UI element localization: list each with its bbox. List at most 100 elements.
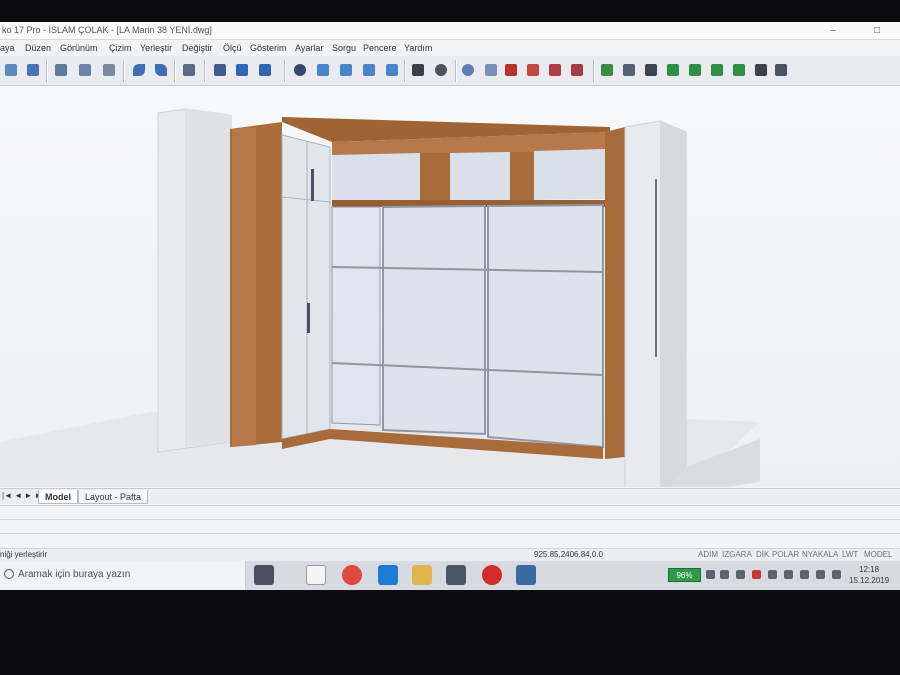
wireframe-button[interactable] [482,61,500,79]
light-button[interactable] [546,61,564,79]
menu-duzen[interactable]: Düzen [25,43,51,53]
preview-button[interactable] [100,61,118,79]
cad-app-icon[interactable] [516,565,536,585]
chrome-icon[interactable] [342,565,362,585]
menu-cizim[interactable]: Çizim [109,43,132,53]
mode-polar[interactable]: POLAR [772,550,799,559]
network-icon[interactable] [800,570,809,579]
menu-ayarlar[interactable]: Ayarlar [295,43,323,53]
save-button[interactable] [24,61,42,79]
tab-layout-pafta[interactable]: Layout - Pafta [78,490,149,504]
wood-side-face [232,127,256,447]
title-bar: ko 17 Pro - İSLAM ÇOLAK - [LA Marin 38 Y… [0,22,900,40]
print-button[interactable] [52,61,70,79]
drawer-button[interactable] [686,61,704,79]
command-line-divider [0,533,900,534]
menu-dosya[interactable]: aya [0,43,15,53]
model-viewport[interactable] [0,87,900,487]
upper-compartment [450,152,510,202]
opera-tray-icon[interactable] [752,570,761,579]
view-side-button[interactable] [360,61,378,79]
mode-izgara[interactable]: IZGARA [722,550,752,559]
zoom-button[interactable] [291,61,309,79]
store-icon[interactable] [446,565,466,585]
toolbar-separator [123,60,125,82]
view-iso-button[interactable] [383,61,401,79]
search-placeholder: Aramak için buraya yazın [18,569,131,580]
h-button[interactable] [256,61,274,79]
shade-icon [505,64,517,76]
door-icon [667,64,679,76]
orbit-icon [462,64,474,76]
material-button[interactable] [524,61,542,79]
plot-button[interactable] [76,61,94,79]
file-explorer-icon[interactable] [412,565,432,585]
display-icon[interactable] [768,570,777,579]
open-button[interactable] [2,61,20,79]
status-bar: niği yerleştirir 925.85,2406.84,0.0 ADIM… [0,548,900,561]
battery-indicator[interactable]: 96% [668,568,701,582]
upper-divider [420,153,450,203]
eraser-button[interactable] [180,61,198,79]
menu-olcu[interactable]: Ölçü [223,43,242,53]
mode-lwt[interactable]: LWT [842,550,858,559]
command-area[interactable] [0,505,900,547]
mode-nyakala[interactable]: NYAKALA [802,550,838,559]
menu-degistir[interactable]: Değiştir [182,43,213,53]
stack-button[interactable] [409,61,427,79]
cabinet-button[interactable] [642,61,660,79]
volume-icon[interactable] [816,570,825,579]
toolbar-separator [404,60,406,82]
shelf-button[interactable] [708,61,726,79]
menu-gosterim[interactable]: Gösterim [250,43,287,53]
report-button[interactable] [752,61,770,79]
camera-button[interactable] [568,61,586,79]
menu-yerlestir[interactable]: Yerleştir [140,43,172,53]
command-line-divider [0,519,900,520]
edge-icon[interactable] [378,565,398,585]
wall-button[interactable] [598,61,616,79]
menu-sorgu[interactable]: Sorgu [332,43,356,53]
file-icon[interactable] [306,565,326,585]
tab-model[interactable]: Model [38,490,78,504]
settings-button[interactable] [772,61,790,79]
keyboard-icon[interactable] [736,570,745,579]
save-icon [27,64,39,76]
shade-red-button[interactable] [502,61,520,79]
pencil-button[interactable] [620,61,638,79]
view-top-button[interactable] [337,61,355,79]
mode-adim[interactable]: ADIM [698,550,718,559]
bluetooth-icon[interactable] [720,570,729,579]
language-icon[interactable] [832,570,841,579]
opera-icon[interactable] [482,565,502,585]
maximize-button[interactable]: □ [870,24,884,37]
handle-button[interactable] [730,61,748,79]
door-button[interactable] [664,61,682,79]
zoom-icon [294,64,306,76]
orbit-button[interactable] [459,61,477,79]
wifi-icon[interactable] [784,570,793,579]
report-icon [755,64,767,76]
menu-gorunum[interactable]: Görünüm [60,43,98,53]
redo-button[interactable] [152,61,170,79]
render-button[interactable] [432,61,450,79]
menu-yardim[interactable]: Yardım [404,43,432,53]
grid-button[interactable] [233,61,251,79]
mode-dik[interactable]: DİK [756,550,769,559]
taskbar-search-box[interactable]: Aramak için buraya yazın [0,561,246,590]
mode-model[interactable]: MODEL [864,550,892,559]
taskbar-clock[interactable]: 12:18 15.12.2019 [849,564,889,586]
task-view-icon[interactable] [254,565,274,585]
view-front-button[interactable] [314,61,332,79]
minimize-button[interactable]: – [826,24,840,37]
cube-icon [363,64,375,76]
menu-pencere[interactable]: Pencere [363,43,397,53]
toolbar-separator [174,60,176,82]
windows-taskbar: Aramak için buraya yazın 96% 12:18 15.12… [0,561,900,590]
light-icon [549,64,561,76]
layer-button[interactable] [211,61,229,79]
clock-date: 15.12.2019 [849,576,890,585]
undo-icon [133,64,145,76]
tray-icon[interactable] [706,570,715,579]
undo-button[interactable] [130,61,148,79]
